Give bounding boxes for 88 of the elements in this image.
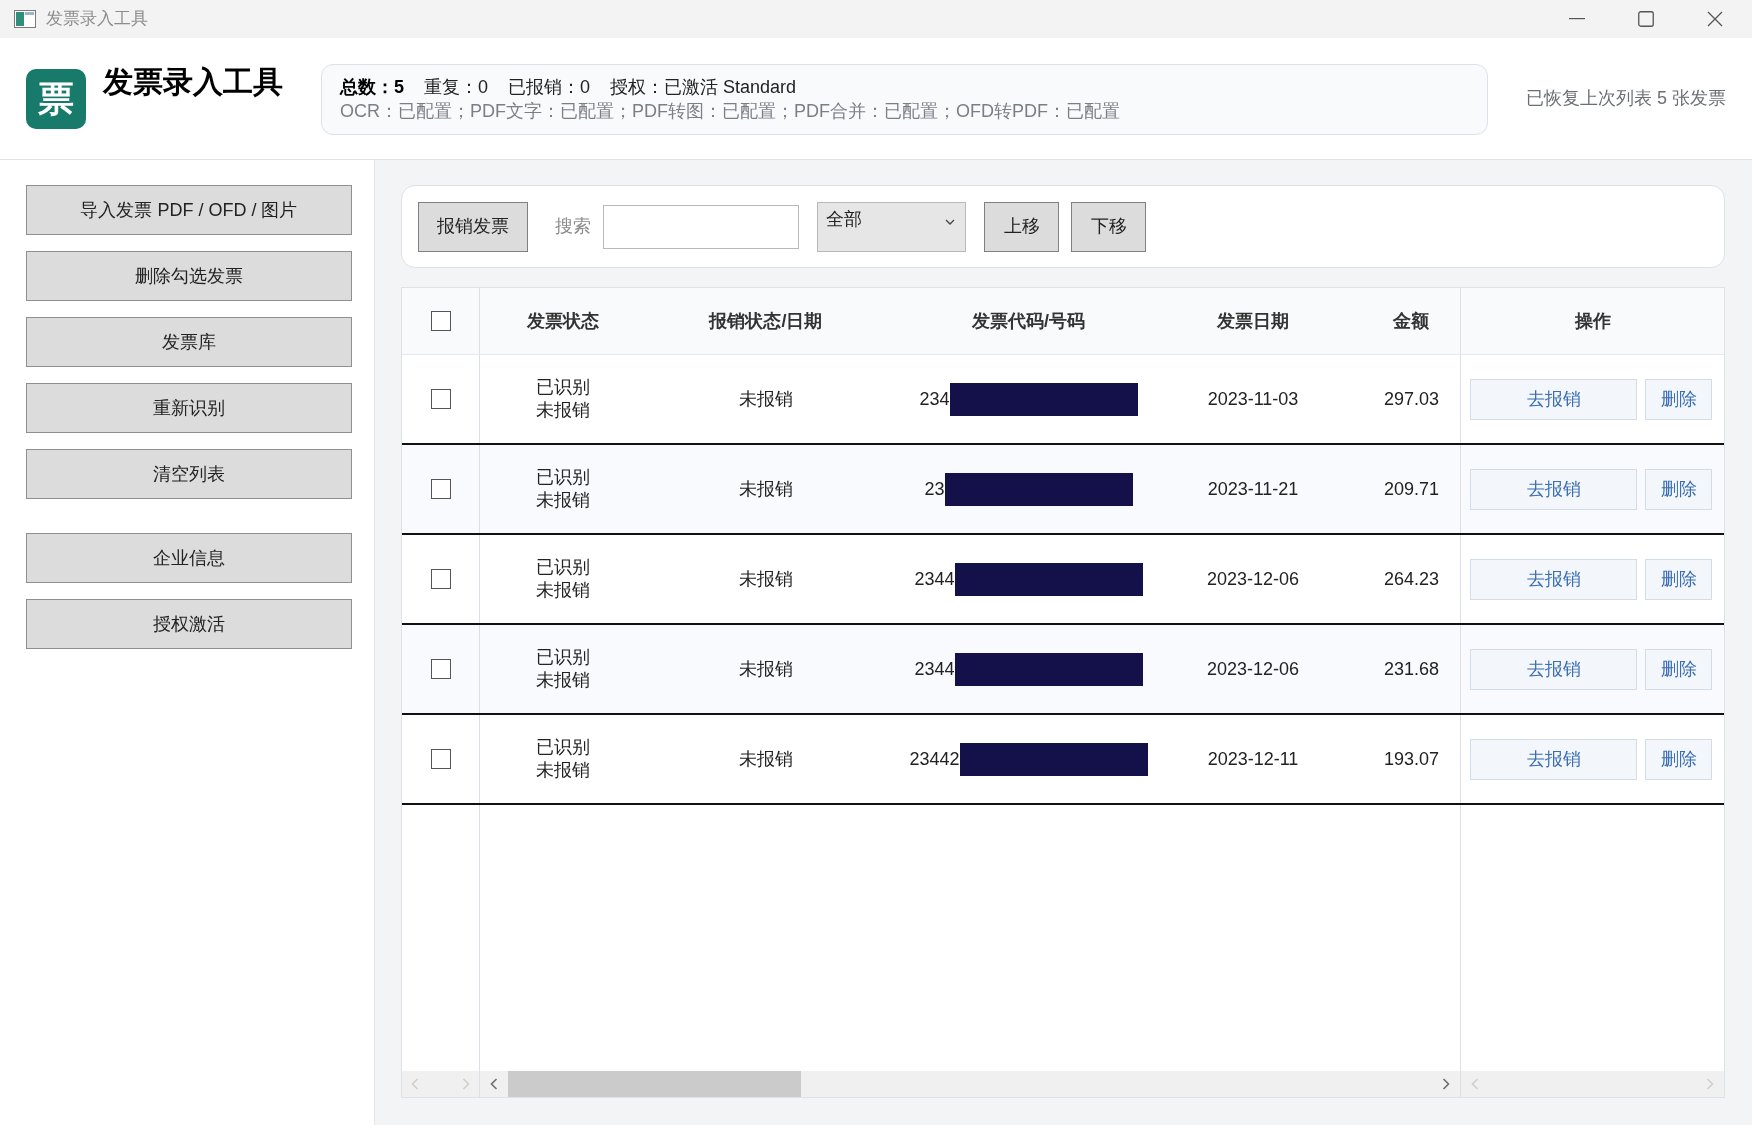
table-cell-text: 未报销	[739, 567, 793, 591]
action-button[interactable]: 去报销	[1470, 468, 1637, 510]
search-label: 搜索	[555, 215, 591, 238]
status-text: 未报销	[536, 759, 590, 782]
sidebar-button[interactable]: 重新识别	[26, 383, 352, 433]
table-cell-text: 未报销	[739, 477, 793, 501]
checkbox[interactable]	[430, 659, 451, 679]
sidebar-button[interactable]: 授权激活	[26, 599, 352, 649]
action-button[interactable]: 去报销	[1470, 378, 1637, 420]
caret-icon	[945, 218, 955, 225]
status-text: 未报销	[536, 489, 590, 512]
status-text: 未报销	[536, 399, 590, 422]
sidebar-button[interactable]: 清空列表	[26, 449, 352, 499]
table-cell-text: 2023-11-21	[1207, 477, 1299, 501]
action-button[interactable]: 去报销	[1470, 648, 1637, 690]
table-cell-text: 231.68	[1383, 657, 1439, 681]
table-row[interactable]: 已识别 未报销 未报销 23442 2023-12-11 193.07 去报销 删除	[402, 715, 1724, 805]
table-cell-text: 2023-11-03	[1207, 387, 1299, 411]
column-header: 报销状态/日期	[709, 309, 823, 333]
action-button[interactable]: 去报销	[1470, 738, 1637, 780]
summary-stat: 授权：已激活 Standard	[610, 76, 797, 99]
table-row[interactable]: 已识别 未报销 未报销 234 2023-11-03 297.03 去报销 删除	[402, 355, 1724, 445]
summary-stat: 重复：0	[424, 76, 489, 99]
table-row[interactable]: 已识别 未报销 未报销 2344 2023-12-06 231.68 去报销 删除	[402, 625, 1724, 715]
table-cell-text: 2023-12-11	[1207, 747, 1299, 771]
close-icon[interactable]	[1707, 11, 1723, 27]
table-cell-text: 未报销	[739, 747, 793, 771]
status-text: 未报销	[536, 669, 590, 692]
move-down-button[interactable]: 下移	[1071, 201, 1146, 252]
app-title: 发票录入工具	[103, 65, 283, 98]
table-cell-text: 2344	[914, 567, 955, 591]
table-cell-text: 264.23	[1383, 567, 1439, 591]
sidebar-button[interactable]: 发票库	[26, 317, 352, 367]
maximize-icon[interactable]	[1638, 11, 1654, 27]
table-cell-text: 23	[924, 477, 945, 501]
scrollbar[interactable]	[480, 1071, 1460, 1097]
table-cell-text: 2344	[914, 657, 955, 681]
column-header: 发票代码/号码	[972, 309, 1085, 333]
capability-status: OCR：已配置；PDF文字：已配置；PDF转图：已配置；PDF合并：已配置；OFD转PDF：已配置	[340, 100, 1121, 123]
action-button[interactable]: 删除	[1645, 558, 1712, 600]
status-text: 已识别	[536, 466, 590, 489]
app-icon	[14, 10, 36, 28]
action-button[interactable]: 去报销	[1470, 558, 1637, 600]
chevron-right-icon[interactable]	[1442, 1078, 1450, 1090]
column-header: 操作	[1574, 309, 1611, 333]
summary-stat: 总数：5	[340, 76, 404, 99]
column-header: 金额	[1393, 309, 1429, 333]
column-header: 发票状态	[527, 309, 599, 333]
table-cell-text: 297.03	[1383, 387, 1439, 411]
table-cell-text: 209.71	[1383, 477, 1439, 501]
search-field[interactable]	[603, 204, 799, 249]
window-title: 发票录入工具	[46, 8, 148, 31]
action-button[interactable]: 删除	[1645, 378, 1712, 420]
status-text: 未报销	[536, 579, 590, 602]
table-cell-text: 234	[919, 387, 950, 411]
action-button[interactable]: 删除	[1645, 738, 1712, 780]
status-text: 已识别	[536, 736, 590, 759]
table-cell-text: 未报销	[739, 387, 793, 411]
sidebar-button[interactable]: 导入发票 PDF / OFD / 图片	[26, 185, 352, 235]
table-cell-text: 未报销	[739, 657, 793, 681]
status-text: 已识别	[536, 376, 590, 399]
sidebar-button[interactable]: 删除勾选发票	[26, 251, 352, 301]
table-row[interactable]: 已识别 未报销 未报销 2344 2023-12-06 264.23 去报销 删除	[402, 535, 1724, 625]
scrollbar-thumb[interactable]	[508, 1071, 801, 1097]
checkbox[interactable]	[430, 389, 451, 409]
filter-dropdown[interactable]: 全部	[817, 201, 966, 252]
summary-stat: 已报销：0	[508, 76, 591, 99]
table-cell-text: 2023-12-06	[1206, 657, 1300, 681]
checkbox[interactable]	[430, 311, 451, 331]
table-cell-text: 23442	[909, 747, 960, 771]
sidebar-button[interactable]: 企业信息	[26, 533, 352, 583]
chevron-left-icon[interactable]	[490, 1078, 498, 1090]
minimize-icon[interactable]	[1569, 18, 1585, 20]
reimburse-button[interactable]: 报销发票	[418, 201, 528, 252]
status-text: 已识别	[536, 556, 590, 579]
column-header: 发票日期	[1217, 309, 1289, 333]
checkbox[interactable]	[430, 569, 451, 589]
app-logo: 票	[26, 69, 86, 129]
restore-message: 已恢复上次列表 5 张发票	[1526, 87, 1726, 110]
move-up-button[interactable]: 上移	[984, 201, 1059, 252]
status-text: 已识别	[536, 646, 590, 669]
table-row[interactable]: 已识别 未报销 未报销 23 2023-11-21 209.71 去报销 删除	[402, 445, 1724, 535]
table-cell-text: 2023-12-06	[1206, 567, 1300, 591]
checkbox[interactable]	[430, 479, 451, 499]
action-button[interactable]: 删除	[1645, 648, 1712, 690]
checkbox[interactable]	[430, 749, 451, 769]
action-button[interactable]: 删除	[1645, 468, 1712, 510]
table-cell-text: 193.07	[1383, 747, 1439, 771]
